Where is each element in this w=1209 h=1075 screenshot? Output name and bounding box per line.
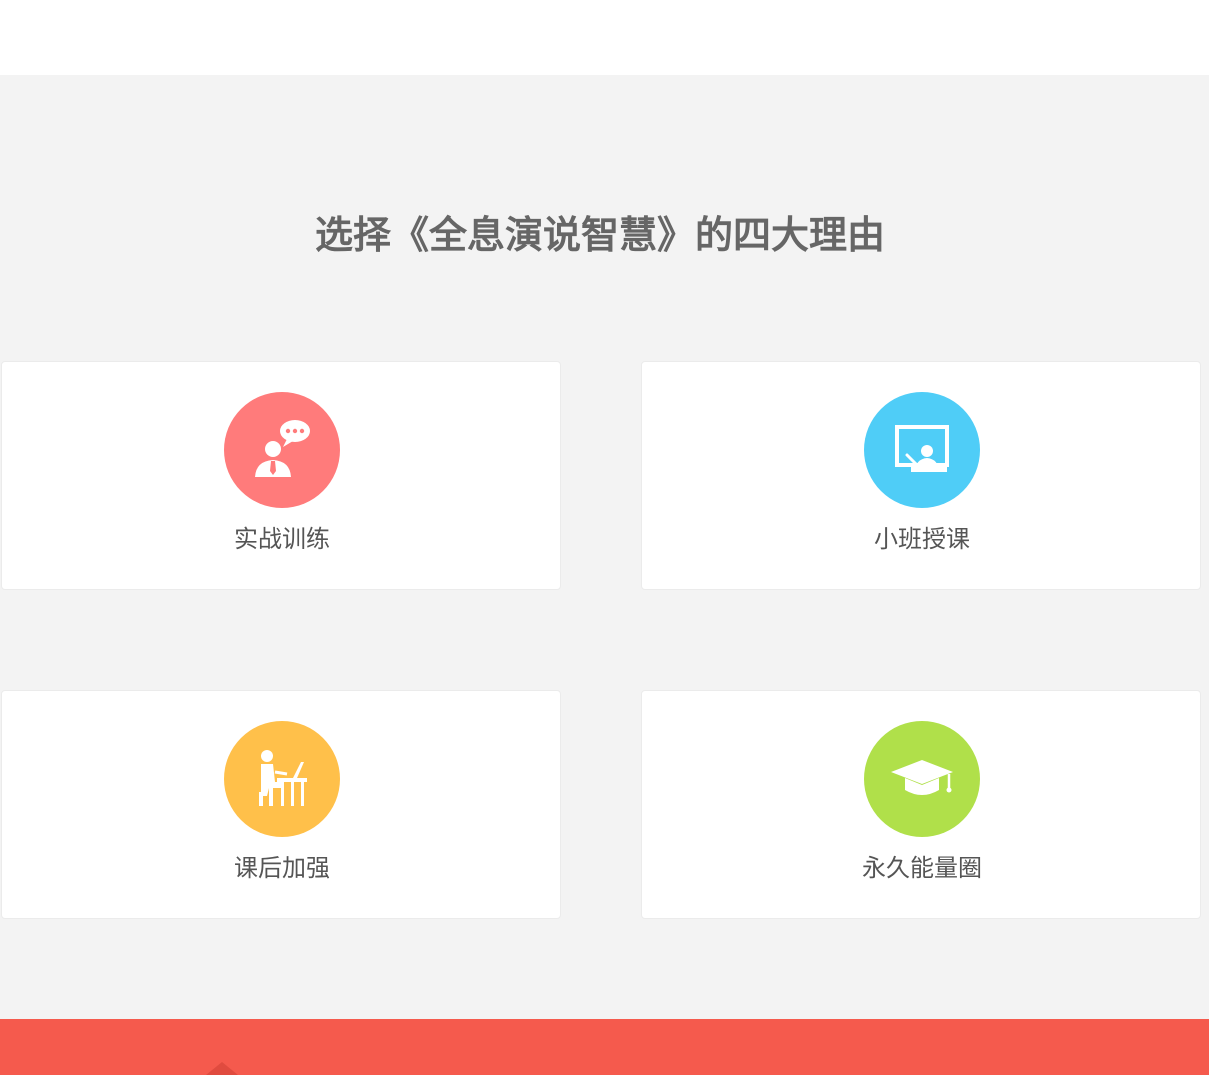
reason-card-practical-training[interactable]: 实战训练 [1, 361, 561, 590]
reason-label: 课后加强 [234, 854, 330, 882]
reason-card-energy-circle[interactable]: 永久能量圈 [641, 690, 1201, 919]
reason-label: 永久能量圈 [862, 854, 982, 882]
reason-icon-circle [864, 392, 980, 508]
reason-icon-circle [864, 721, 980, 837]
reason-icon-circle [224, 392, 340, 508]
presenter-screen-icon [887, 415, 957, 485]
page: 选择《全息演说智慧》的四大理由 实战训练 小班授课 课后加强 永久能量圈 [0, 0, 1209, 1075]
reason-label: 实战训练 [234, 525, 330, 553]
speaker-speech-bubble-icon [247, 415, 317, 485]
reason-icon-circle [224, 721, 340, 837]
graduation-cap-icon [887, 744, 957, 814]
person-at-desk-icon [247, 744, 317, 814]
top-bar [0, 0, 1209, 75]
reason-label: 小班授课 [874, 525, 970, 553]
footer-tab-notch [206, 1062, 238, 1075]
reason-card-small-class[interactable]: 小班授课 [641, 361, 1201, 590]
section-title: 选择《全息演说智慧》的四大理由 [314, 212, 885, 257]
reason-card-after-class[interactable]: 课后加强 [1, 690, 561, 919]
footer-band [0, 1019, 1209, 1075]
